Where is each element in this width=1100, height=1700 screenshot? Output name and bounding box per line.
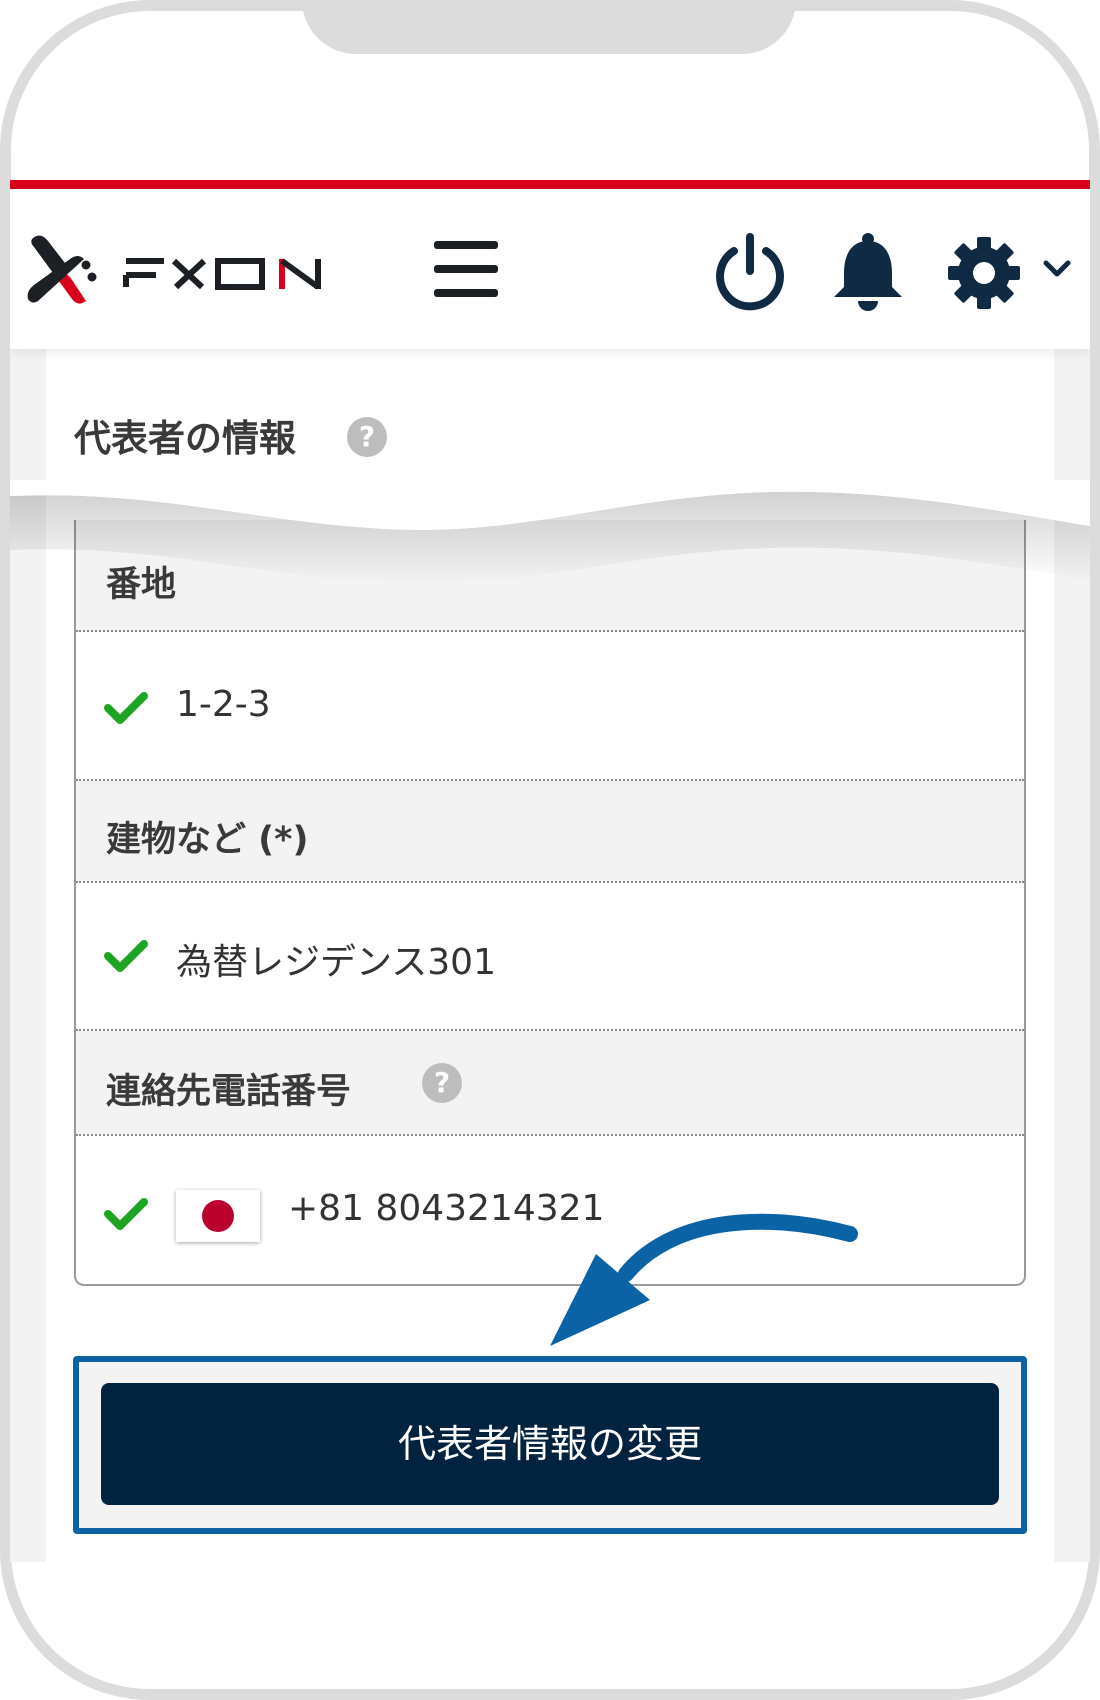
table-row-label: 番地 xyxy=(76,520,1024,632)
chevron-down-icon[interactable] xyxy=(1040,251,1074,285)
table-row-label: 建物など (*) xyxy=(76,781,1024,882)
field-label-phone: 連絡先電話番号 xyxy=(106,1072,352,1112)
gear-icon[interactable] xyxy=(944,235,1024,311)
change-representative-info-button[interactable]: 代表者情報の変更 xyxy=(101,1383,999,1505)
section-title: 代表者の情報 xyxy=(74,417,296,460)
check-icon xyxy=(104,692,148,724)
power-icon[interactable] xyxy=(712,231,788,311)
field-value-phone: +81 8043214321 xyxy=(288,1188,605,1229)
help-icon[interactable]: ? xyxy=(422,1063,462,1103)
phone-notch xyxy=(302,0,796,54)
field-value-address-number: 1-2-3 xyxy=(176,684,271,725)
table-row-value: +81 8043214321 xyxy=(76,1136,1024,1284)
japan-flag-icon xyxy=(176,1190,260,1242)
field-label-building: 建物など (*) xyxy=(106,820,309,860)
check-icon xyxy=(104,1198,148,1230)
fxon-logo[interactable] xyxy=(26,229,371,309)
info-table: 番地 1-2-3 建物など (*) 為替レジデンス301 連絡先電話番号 ? +… xyxy=(74,520,1026,1286)
table-row-value: 為替レジデンス301 xyxy=(76,883,1024,1030)
field-label-address-number: 番地 xyxy=(106,565,177,605)
bell-icon[interactable] xyxy=(828,231,908,315)
hamburger-menu-icon[interactable] xyxy=(434,241,498,297)
table-row-value: 1-2-3 xyxy=(76,632,1024,780)
table-row-label: 連絡先電話番号 ? xyxy=(76,1031,1024,1134)
check-icon xyxy=(104,940,148,972)
accent-bar xyxy=(10,180,1090,189)
app-screen: 代表者の情報 ? 番地 1-2-3 建物など (*) 為替レジデンス301 連絡 xyxy=(10,180,1090,1562)
help-icon[interactable]: ? xyxy=(347,417,387,457)
top-header xyxy=(10,189,1090,349)
field-value-building: 為替レジデンス301 xyxy=(176,942,496,983)
